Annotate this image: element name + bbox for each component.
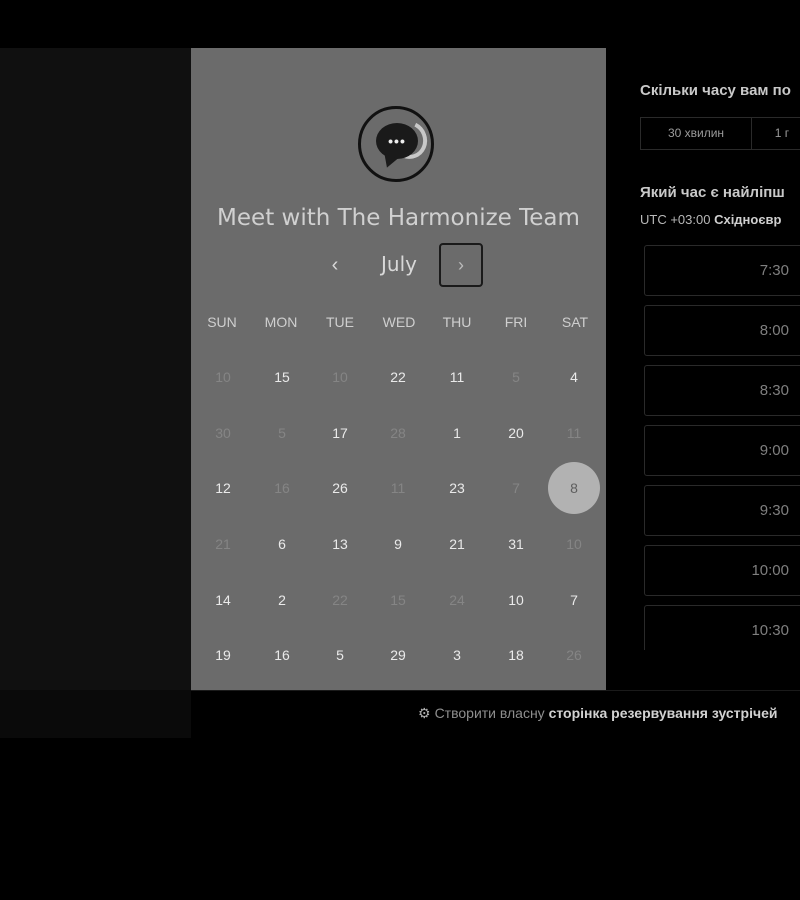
page-backdrop-strip <box>0 690 191 738</box>
calendar-day[interactable]: 26 <box>314 462 366 514</box>
weekday-label: FRI <box>504 314 528 330</box>
next-month-button[interactable]: › <box>439 243 483 287</box>
calendar-day[interactable]: 29 <box>372 629 424 681</box>
calendar-day[interactable]: 17 <box>314 407 366 459</box>
calendar-day[interactable]: 3 <box>431 629 483 681</box>
calendar-day[interactable]: 18 <box>490 629 542 681</box>
page-backdrop <box>0 48 191 738</box>
selected-day[interactable]: 8 <box>548 462 600 514</box>
calendar-day: 24 <box>449 592 465 608</box>
time-slot-button[interactable]: 7:30 <box>644 245 800 296</box>
calendar-day[interactable]: 12 <box>197 462 249 514</box>
time-slot-button[interactable]: 10:00 <box>644 545 800 596</box>
calendar-title: Meet with The Harmonize Team <box>217 205 580 231</box>
month-label: July <box>381 252 417 276</box>
top-backdrop <box>0 0 800 48</box>
calendar-day: 30 <box>215 425 231 441</box>
chevron-left-icon: ‹ <box>331 254 339 276</box>
calendar-day: 11 <box>566 425 582 441</box>
time-slot-button[interactable]: 9:30 <box>644 485 800 536</box>
calendar-day[interactable]: 10 <box>490 574 542 626</box>
calendar-day: 15 <box>390 592 406 608</box>
weekday-label: SAT <box>561 314 589 330</box>
calendar-day: 11 <box>390 480 406 496</box>
calendar-day: 7 <box>512 480 520 496</box>
time-slot-button[interactable]: 8:00 <box>644 305 800 356</box>
calendar-day: 5 <box>512 369 520 385</box>
ellipsis-icon: ••• <box>388 133 406 149</box>
footer-prefix: Створити власну <box>434 705 545 721</box>
calendar-day[interactable]: 9 <box>372 518 424 570</box>
chevron-right-icon: › <box>458 255 464 275</box>
prev-month-button[interactable]: ‹ <box>320 253 350 279</box>
calendar-day[interactable]: 20 <box>490 407 542 459</box>
harmonize-logo: ••• <box>358 106 434 182</box>
time-slot-button[interactable]: 8:30 <box>644 365 800 416</box>
weekday-label: TUE <box>326 314 354 330</box>
calendar-day[interactable]: 23 <box>431 462 483 514</box>
calendar-day: 28 <box>390 425 406 441</box>
calendar-day: 10 <box>566 536 582 552</box>
calendar-day[interactable]: 1 <box>431 407 483 459</box>
weekday-label: SUN <box>207 314 237 330</box>
chat-bubble-icon: ••• <box>376 123 418 159</box>
calendar-day[interactable]: 4 <box>548 351 600 403</box>
calendar-day[interactable]: 7 <box>548 574 600 626</box>
calendar-day[interactable]: 21 <box>431 518 483 570</box>
calendar-day[interactable]: 15 <box>256 351 308 403</box>
weekday-label: WED <box>382 314 416 330</box>
calendar-day[interactable]: 6 <box>256 518 308 570</box>
calendar-day[interactable]: 16 <box>256 629 308 681</box>
calendar-day: 5 <box>278 425 286 441</box>
calendar-day[interactable]: 13 <box>314 518 366 570</box>
sprocket-icon: ⚙ <box>418 705 431 721</box>
time-slot-button[interactable]: 10:30 <box>644 605 800 650</box>
calendar-day: 22 <box>332 592 348 608</box>
calendar-day[interactable]: 31 <box>490 518 542 570</box>
weekday-label: THU <box>442 314 472 330</box>
calendar-day[interactable]: 2 <box>256 574 308 626</box>
calendar-day[interactable]: 11 <box>431 351 483 403</box>
calendar-day[interactable]: 22 <box>372 351 424 403</box>
calendar-day[interactable]: 5 <box>314 629 366 681</box>
calendar-day: 10 <box>215 369 231 385</box>
calendar-day: 21 <box>215 536 231 552</box>
calendar-day: 16 <box>274 480 290 496</box>
calendar-day[interactable]: 19 <box>197 629 249 681</box>
weekday-label: MON <box>264 314 298 330</box>
create-own-link[interactable]: ⚙ Створити власну сторінка резервування з… <box>418 705 778 722</box>
time-slot-list: 7:30 8:00 8:30 9:00 9:30 10:00 10:30 <box>606 48 800 650</box>
footer-link-text: сторінка резервування зустрічей <box>548 705 778 721</box>
time-slot-button[interactable]: 9:00 <box>644 425 800 476</box>
calendar-day: 10 <box>332 369 348 385</box>
calendar-day: 26 <box>566 647 582 663</box>
calendar-day[interactable]: 14 <box>197 574 249 626</box>
